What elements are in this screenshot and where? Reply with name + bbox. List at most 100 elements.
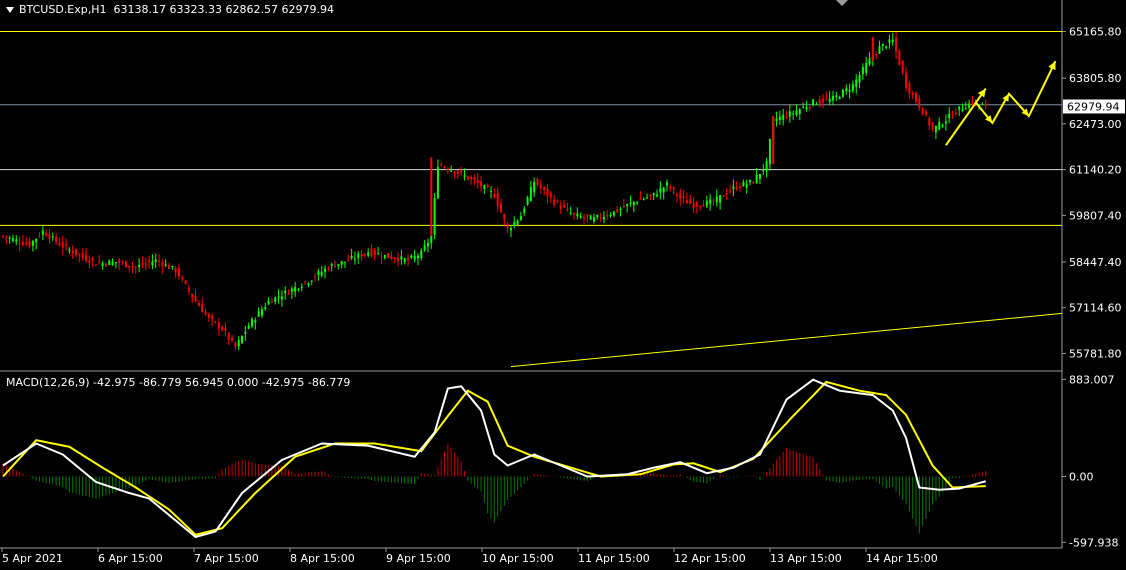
candle-body <box>881 43 884 46</box>
annotation-arrow[interactable] <box>974 60 1057 125</box>
candle-body <box>622 205 625 208</box>
candle-body <box>131 266 134 268</box>
candle-body <box>828 98 831 102</box>
candle-body <box>433 198 436 235</box>
chart-window[interactable]: 65165.80 63805.80 62473.00 61140.20 59807.40… <box>0 0 1126 570</box>
candle-body <box>888 39 891 44</box>
ohlc-values: 63138.17 63323.33 62862.57 62979.94 <box>113 3 334 16</box>
candle-body <box>712 200 715 202</box>
candle-body <box>905 73 908 88</box>
candle-body <box>526 197 529 205</box>
candle-body <box>798 109 801 114</box>
candle-body <box>752 181 755 184</box>
time-tick-label: 5 Apr 2021 <box>2 552 63 565</box>
candle-body <box>446 168 449 171</box>
candle-body <box>161 262 164 267</box>
candle-body <box>682 196 685 198</box>
candle-body <box>964 108 967 110</box>
candle-body <box>453 171 456 174</box>
chart-canvas[interactable]: 65165.80 63805.80 62473.00 61140.20 59807.40… <box>0 0 1126 570</box>
candle-body <box>11 238 14 241</box>
candle-body <box>981 104 984 106</box>
candle-body <box>961 109 964 112</box>
candle-body <box>642 198 645 200</box>
candle-body <box>307 283 310 285</box>
candle-body <box>566 208 569 210</box>
candle-body <box>171 265 174 267</box>
candle-body <box>35 238 38 243</box>
candle-body <box>181 277 184 279</box>
candle-body <box>81 252 84 258</box>
candle-body <box>500 203 502 213</box>
candle-body <box>685 200 688 204</box>
candle-body <box>423 245 426 251</box>
candle-body <box>928 118 931 126</box>
candle-body <box>755 175 758 183</box>
candle-body <box>715 196 718 203</box>
candle-body <box>201 304 204 313</box>
candle-body <box>360 254 363 257</box>
candle-body <box>885 46 888 48</box>
candle-body <box>244 331 247 334</box>
price-tick-label: 63805.80 <box>1069 72 1122 85</box>
candle-body <box>971 101 974 105</box>
candle-body <box>539 185 542 189</box>
candle-body <box>25 242 28 245</box>
candle-body <box>692 203 695 209</box>
candle-body <box>363 253 366 255</box>
candle-body <box>944 121 947 124</box>
candle-body <box>592 217 595 222</box>
candle-body <box>709 199 712 204</box>
price-tick-label: 59807.40 <box>1069 209 1122 222</box>
candle-body <box>782 114 785 120</box>
candle-body <box>775 118 778 121</box>
annotation-arrow[interactable] <box>945 88 987 146</box>
candle-body <box>838 96 841 100</box>
candle-body <box>141 263 144 266</box>
candle-body <box>898 50 901 65</box>
candle-body <box>463 175 466 177</box>
macd-tick-label: 0.00 <box>1069 471 1094 484</box>
candle-body <box>211 315 214 319</box>
candle-body <box>270 301 273 303</box>
candle-body <box>669 186 672 189</box>
candle-body <box>397 257 400 262</box>
trendline[interactable] <box>510 312 1063 368</box>
candle-body <box>241 335 244 343</box>
candle-body <box>21 241 24 245</box>
candle-body <box>729 190 732 192</box>
candle-body <box>626 203 629 206</box>
candle-body <box>327 269 330 271</box>
candle-body <box>204 311 207 315</box>
symbol-label: BTCUSD.Exp,H1 <box>19 3 107 16</box>
candle-body <box>543 186 546 190</box>
arrow-head <box>977 88 986 98</box>
candle-body <box>855 79 858 88</box>
candle-body <box>778 116 781 120</box>
candle-body <box>496 192 499 206</box>
time-tick-label: 13 Apr 15:00 <box>770 552 842 565</box>
candle-body <box>430 235 433 244</box>
candle-body <box>290 288 293 292</box>
candle-body <box>2 235 4 237</box>
candle-body <box>735 186 738 190</box>
candle-body <box>606 215 609 217</box>
candle-body <box>403 258 406 263</box>
candle-body <box>304 281 307 283</box>
candle-body <box>841 89 844 97</box>
candle-body <box>861 66 864 75</box>
candle-body <box>934 125 937 133</box>
candle-body <box>224 328 227 331</box>
triangle-down-icon[interactable] <box>6 7 14 13</box>
candle-body <box>393 257 396 260</box>
candle-body <box>822 98 825 103</box>
candle-body <box>254 320 257 323</box>
candle-body <box>762 169 765 171</box>
price-tick-label: 58447.40 <box>1069 256 1122 269</box>
macd-tick-label: -597.938 <box>1069 536 1118 549</box>
candle-body <box>865 62 868 73</box>
candle-body <box>901 60 904 73</box>
candle-body <box>576 213 579 217</box>
price-tick-label: 65165.80 <box>1069 25 1122 38</box>
candle-body <box>765 161 768 171</box>
